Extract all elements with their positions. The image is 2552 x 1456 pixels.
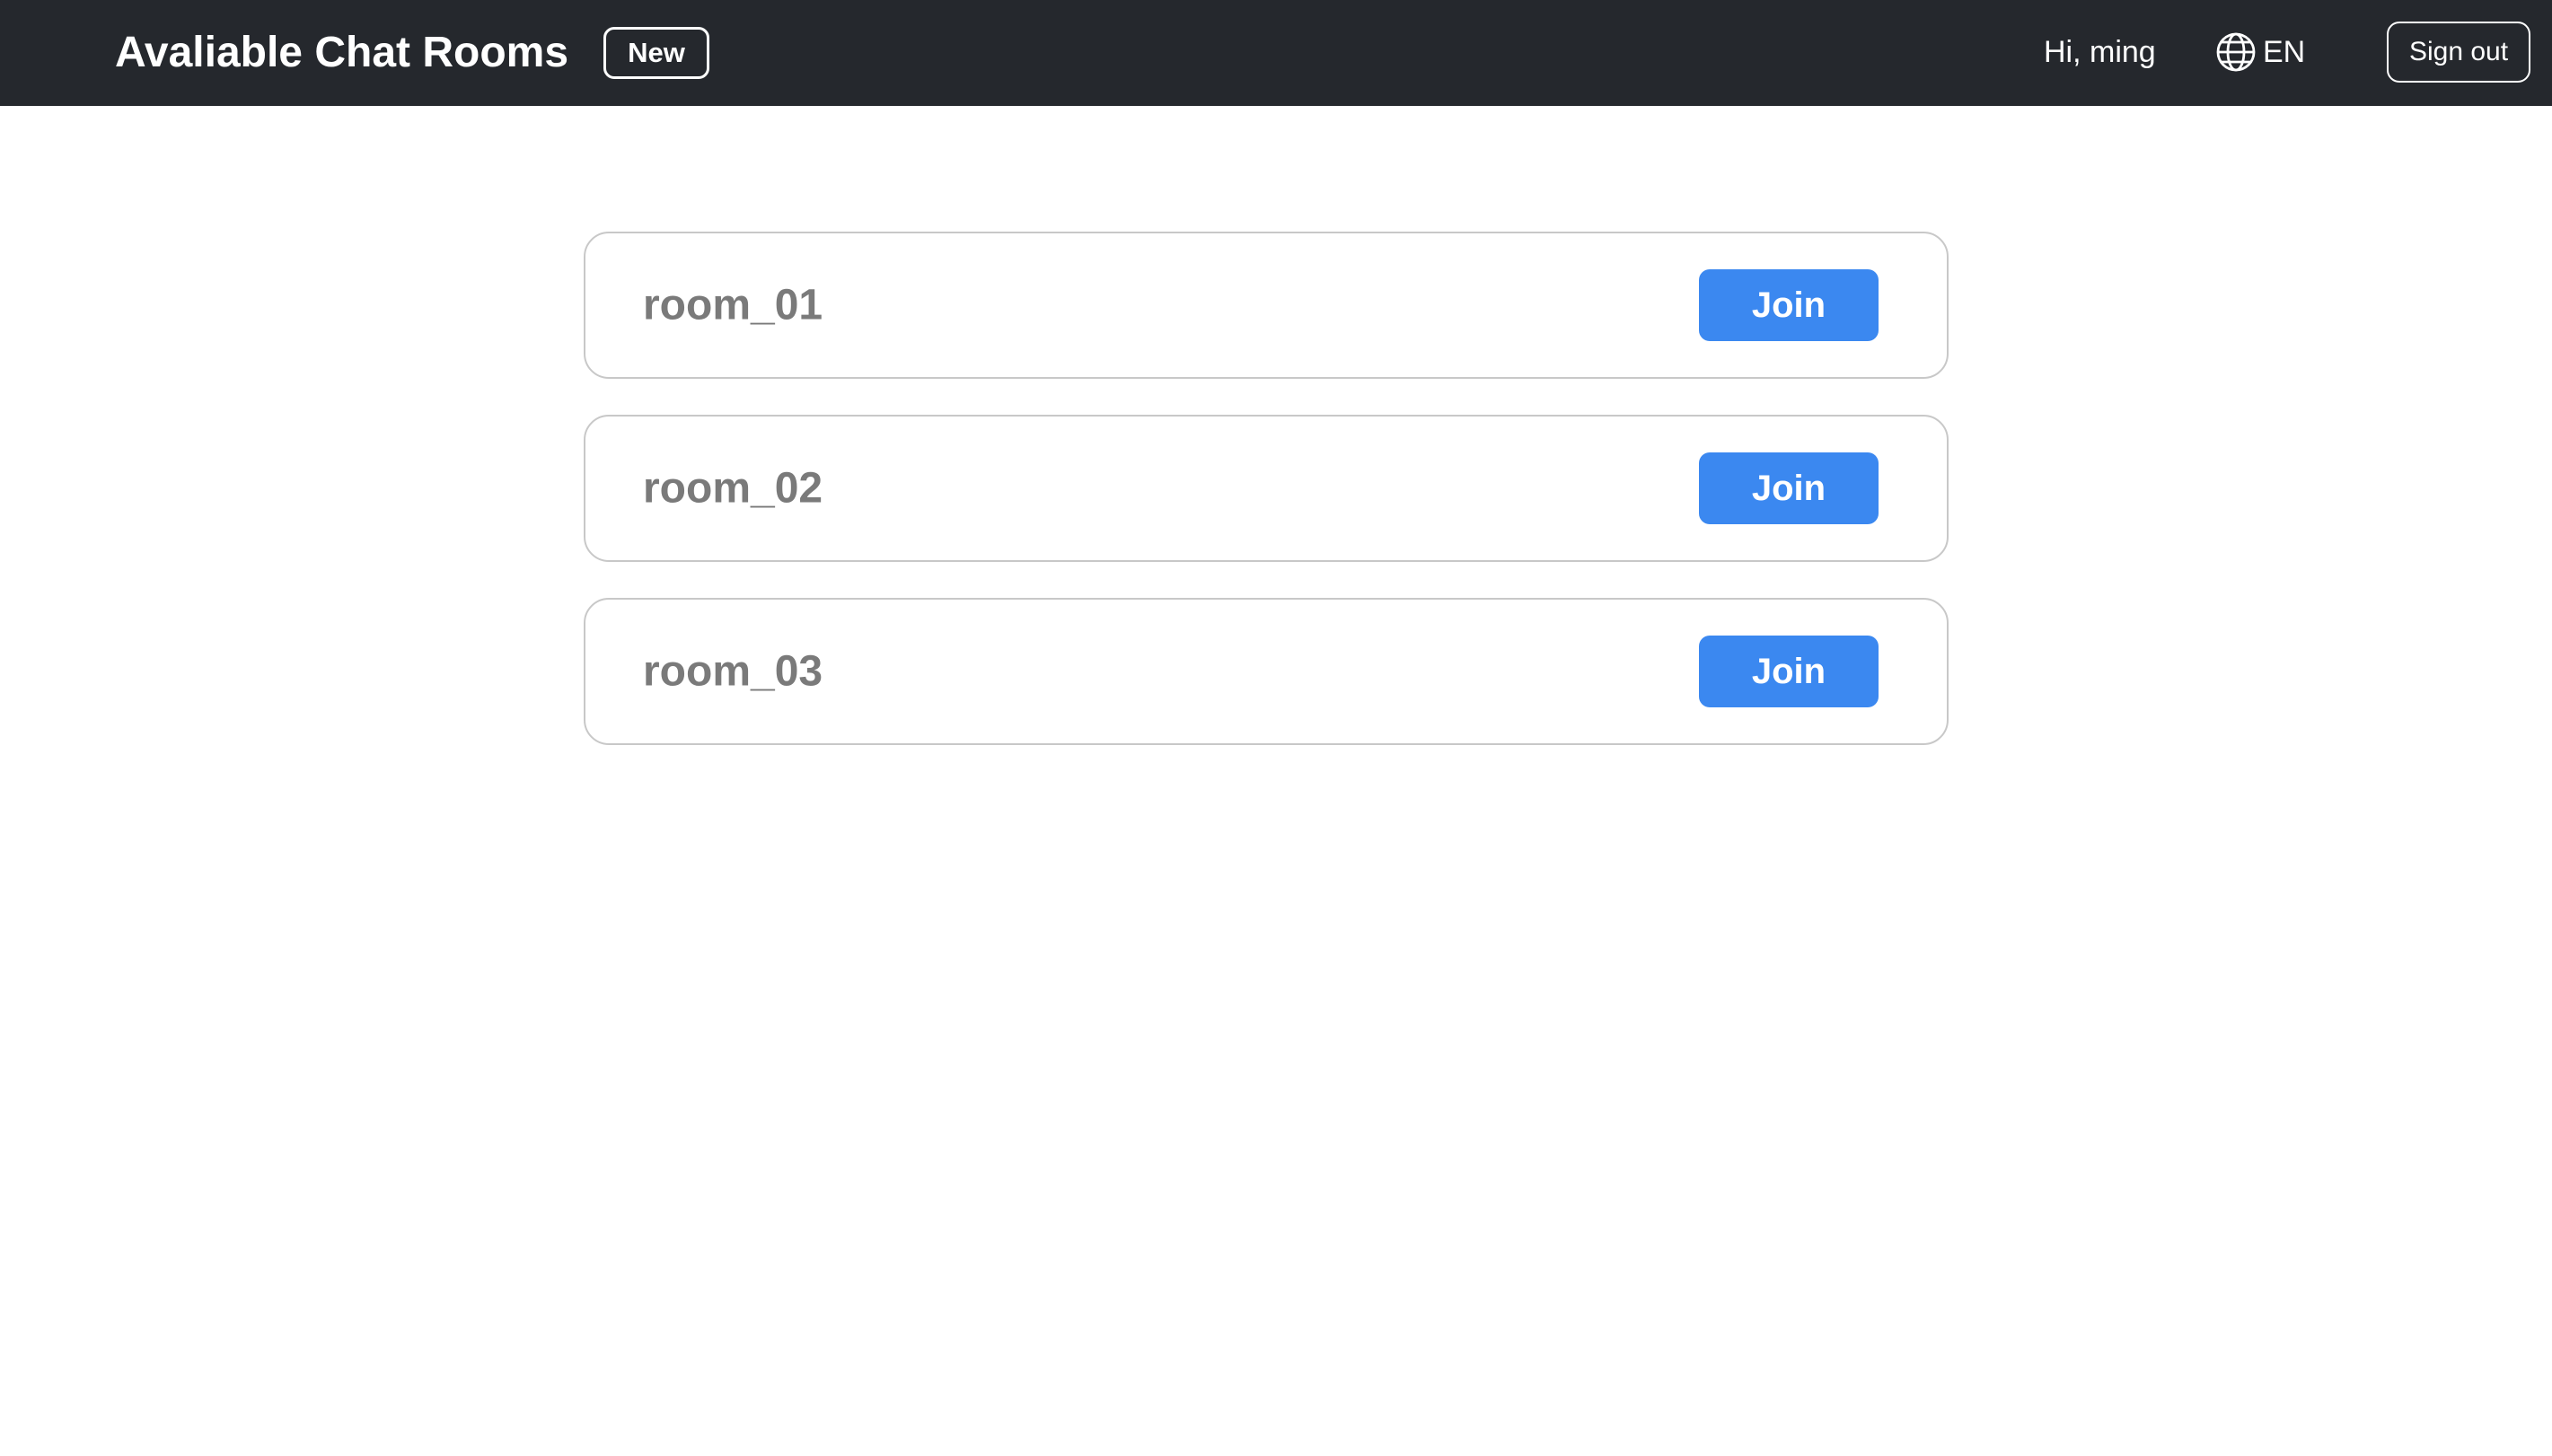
room-card: room_02 Join — [584, 415, 1949, 562]
join-button[interactable]: Join — [1699, 636, 1879, 707]
page-title: Avaliable Chat Rooms — [115, 29, 569, 76]
room-card: room_03 Join — [584, 598, 1949, 745]
user-greeting: Hi, ming — [2044, 35, 2156, 69]
room-name: room_02 — [643, 464, 823, 513]
language-selector[interactable]: EN — [2214, 29, 2305, 75]
room-list: room_01 Join room_02 Join room_03 Join — [584, 232, 1949, 781]
room-name: room_01 — [643, 281, 823, 329]
language-label: EN — [2263, 35, 2306, 69]
join-button[interactable]: Join — [1699, 269, 1879, 341]
new-room-button[interactable]: New — [603, 27, 709, 79]
sign-out-button[interactable]: Sign out — [2387, 22, 2530, 83]
globe-icon — [2216, 32, 2256, 72]
room-name: room_03 — [643, 647, 823, 696]
join-button[interactable]: Join — [1699, 452, 1879, 524]
room-card: room_01 Join — [584, 232, 1949, 379]
top-navbar: Avaliable Chat Rooms New Hi, ming EN Sig… — [0, 0, 2552, 106]
